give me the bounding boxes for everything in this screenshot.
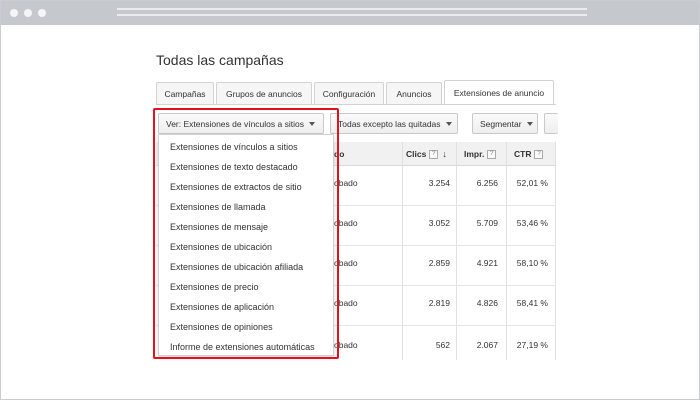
page-title: Todas las campañas bbox=[156, 52, 284, 68]
column-header-ctr[interactable]: CTR ? bbox=[514, 142, 544, 166]
view-select-label: Ver: Extensiones de vínculos a sitios bbox=[166, 118, 304, 129]
tab-ad-groups[interactable]: Grupos de anuncios bbox=[216, 82, 312, 104]
browser-titlebar bbox=[1, 1, 699, 25]
tab-settings[interactable]: Configuración bbox=[314, 82, 384, 104]
menu-item-app-extensions[interactable]: Extensiones de aplicación bbox=[170, 302, 274, 312]
help-icon[interactable]: ? bbox=[487, 149, 497, 159]
column-header-impressions[interactable]: Impr. ? bbox=[464, 142, 497, 166]
caret-down-icon bbox=[445, 121, 452, 126]
view-select[interactable]: Ver: Extensiones de vínculos a sitios bbox=[158, 113, 324, 134]
impressions-header-label: Impr. bbox=[464, 149, 485, 159]
window-dot-icon bbox=[24, 9, 32, 17]
help-icon[interactable]: ? bbox=[534, 149, 544, 159]
cell-clicks: 562 bbox=[435, 340, 450, 350]
tab-ad-extensions[interactable]: Extensiones de anuncio bbox=[444, 80, 554, 104]
ctr-header-label: CTR bbox=[514, 149, 532, 159]
segment-select[interactable]: Segmentar bbox=[472, 113, 538, 134]
cell-status: obado bbox=[334, 258, 358, 268]
more-button[interactable] bbox=[544, 113, 558, 134]
cell-ctr: 58,10 % bbox=[516, 258, 548, 268]
menu-item-price-extensions[interactable]: Extensiones de precio bbox=[170, 282, 259, 292]
segment-select-label: Segmentar bbox=[480, 118, 522, 129]
tab-divider bbox=[156, 104, 556, 105]
menu-item-review-extensions[interactable]: Extensiones de opiniones bbox=[170, 322, 273, 332]
menu-item-call-extensions[interactable]: Extensiones de llamada bbox=[170, 202, 266, 212]
cell-clicks: 3.254 bbox=[428, 178, 450, 188]
clicks-header-label: Clics bbox=[406, 149, 427, 159]
cell-clicks: 2.819 bbox=[428, 298, 450, 308]
menu-item-affiliate-location-extensions[interactable]: Extensiones de ubicación afiliada bbox=[170, 262, 303, 272]
menu-item-sitelink-extensions[interactable]: Extensiones de vínculos a sitios bbox=[170, 142, 298, 152]
cell-impressions: 4.826 bbox=[476, 298, 498, 308]
cell-status: obado bbox=[334, 298, 358, 308]
caret-down-icon bbox=[526, 121, 533, 126]
window-dot-icon bbox=[10, 9, 18, 17]
menu-item-callout-extensions[interactable]: Extensiones de texto destacado bbox=[170, 162, 298, 172]
cell-ctr: 52,01 % bbox=[516, 178, 548, 188]
menu-item-location-extensions[interactable]: Extensiones de ubicación bbox=[170, 242, 272, 252]
titlebar-decoration bbox=[117, 8, 587, 10]
cell-clicks: 3.052 bbox=[428, 218, 450, 228]
tab-ads[interactable]: Anuncios bbox=[386, 82, 442, 104]
menu-item-message-extensions[interactable]: Extensiones de mensaje bbox=[170, 222, 268, 232]
filter-select[interactable]: Todas excepto las quitadas bbox=[330, 113, 458, 134]
menu-item-automated-extensions-report[interactable]: Informe de extensiones automáticas bbox=[170, 342, 315, 352]
column-header-clicks[interactable]: Clics ? ↓ bbox=[406, 142, 447, 166]
help-icon[interactable]: ? bbox=[429, 149, 439, 159]
window-dot-icon bbox=[38, 9, 46, 17]
caret-down-icon bbox=[308, 121, 315, 126]
cell-impressions: 6.256 bbox=[476, 178, 498, 188]
cell-status: obado bbox=[334, 218, 358, 228]
cell-status: obado bbox=[334, 340, 358, 350]
cell-impressions: 5.709 bbox=[476, 218, 498, 228]
tab-campaigns[interactable]: Campañas bbox=[156, 82, 214, 104]
cell-impressions: 2.067 bbox=[476, 340, 498, 350]
cell-impressions: 4.921 bbox=[476, 258, 498, 268]
view-dropdown-menu: Extensiones de vínculos a sitios Extensi… bbox=[158, 134, 334, 356]
menu-item-structured-snippet-extensions[interactable]: Extensiones de extractos de sitio bbox=[170, 182, 302, 192]
cell-status: obado bbox=[334, 178, 358, 188]
down-arrow-icon: ↓ bbox=[442, 149, 447, 159]
filter-select-label: Todas excepto las quitadas bbox=[338, 118, 441, 129]
cell-ctr: 58,41 % bbox=[516, 298, 548, 308]
titlebar-decoration bbox=[117, 14, 587, 16]
cell-ctr: 53,46 % bbox=[516, 218, 548, 228]
cell-clicks: 2.859 bbox=[428, 258, 450, 268]
cell-ctr: 27,19 % bbox=[516, 340, 548, 350]
column-header-status[interactable]: do bbox=[334, 142, 344, 166]
